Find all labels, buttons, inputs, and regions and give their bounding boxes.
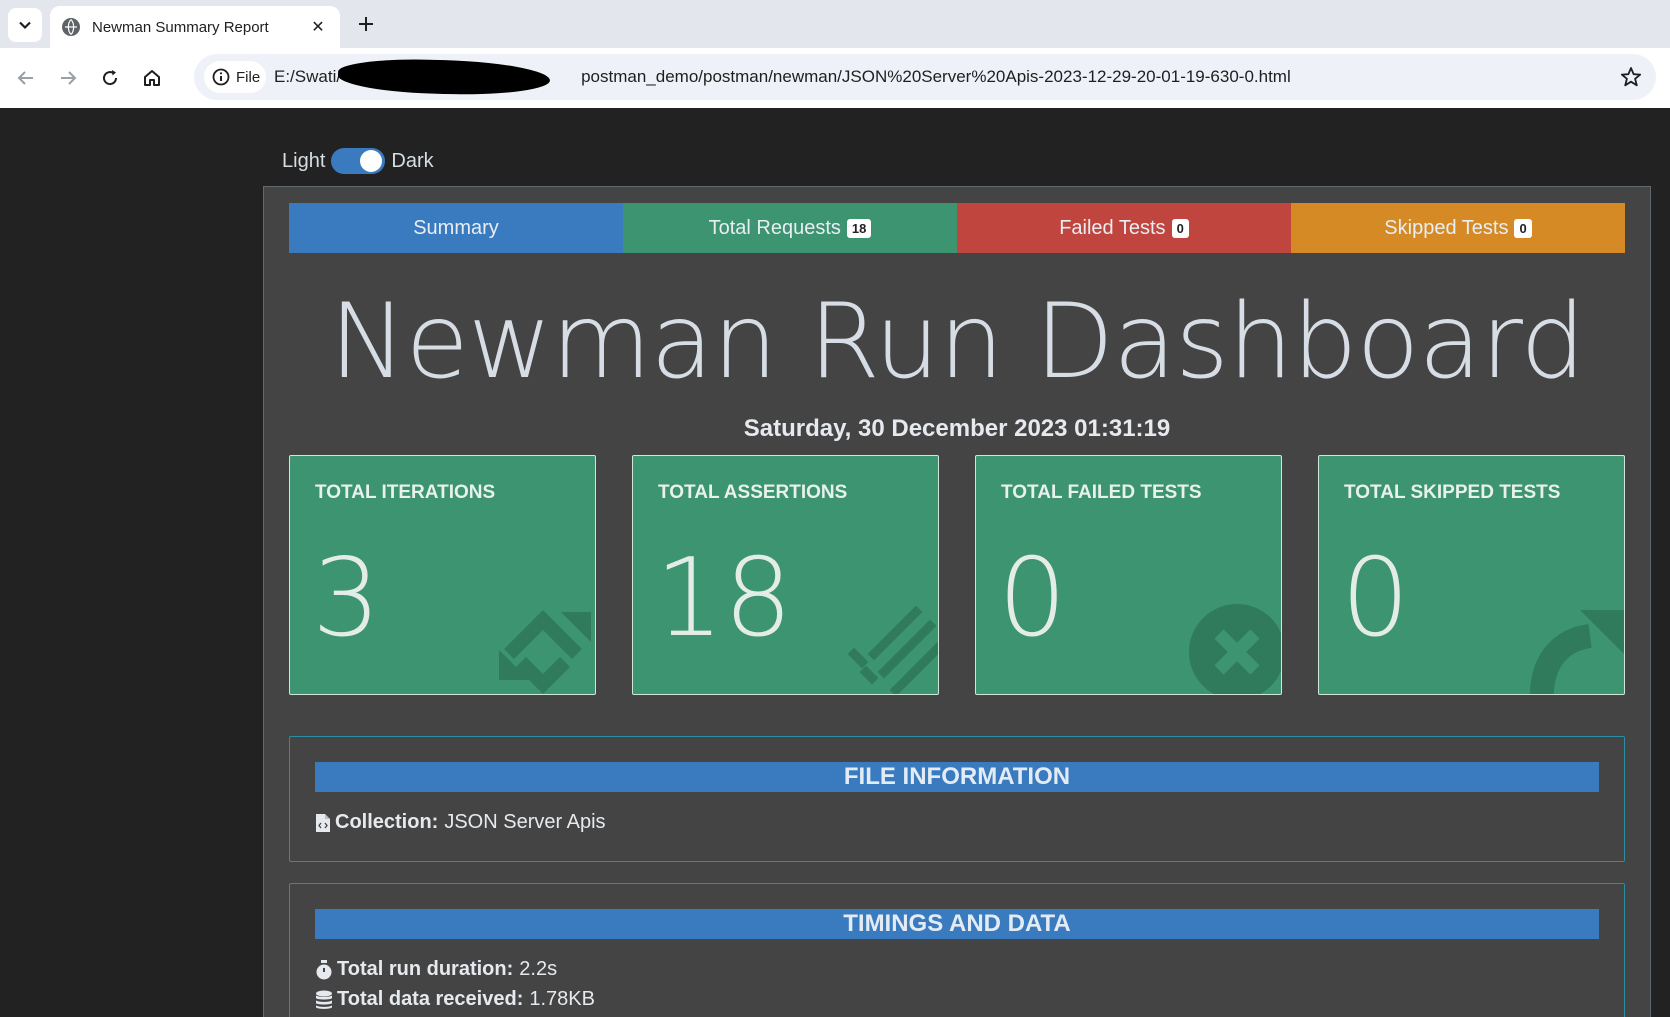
tab-summary[interactable]: Summary [289, 203, 623, 253]
stat-value: 18 [655, 536, 793, 661]
share-arrow-icon [1529, 610, 1624, 694]
file-code-icon [316, 813, 330, 832]
address-bar[interactable]: File E:/Swati/postman_demo/postman/newma… [194, 54, 1656, 100]
stat-label: TOTAL FAILED TESTS [1001, 482, 1202, 503]
forward-button[interactable] [52, 62, 84, 94]
stat-value: 0 [1341, 536, 1410, 661]
bookmark-button[interactable] [1618, 64, 1644, 90]
site-chip-label: File [236, 68, 261, 86]
stat-label: TOTAL ITERATIONS [315, 482, 496, 503]
tab-total-requests[interactable]: Total Requests 18 [623, 203, 957, 253]
close-tab-icon[interactable]: ✕ [308, 17, 328, 37]
page-title: Newman Run Dashboard [329, 282, 1585, 402]
stat-card-skipped-tests: TOTAL SKIPPED TESTS 0 [1318, 455, 1625, 695]
star-icon [1620, 67, 1642, 87]
globe-icon [62, 18, 80, 36]
data-received-value: 1.78KB [529, 988, 595, 1010]
theme-light-label: Light [282, 149, 326, 172]
report-nav-tabs: Summary Total Requests 18 Failed Tests 0… [289, 203, 1625, 253]
timings-header: TIMINGS AND DATA [315, 909, 1599, 939]
stat-label: TOTAL SKIPPED TESTS [1344, 482, 1561, 503]
file-information-box: FILE INFORMATION Collection: JSON Server… [289, 736, 1625, 862]
total-requests-badge: 18 [846, 218, 872, 238]
home-icon [144, 70, 160, 86]
browser-tab-strip: Newman Summary Report ✕ [0, 0, 1670, 48]
run-duration-value: 2.2s [519, 958, 558, 980]
new-tab-button[interactable] [352, 10, 380, 38]
url-suffix: postman_demo/postman/newman/JSON%20Serve… [581, 67, 1291, 86]
collection-label: Collection: [335, 811, 439, 833]
file-information-header: FILE INFORMATION [315, 762, 1599, 792]
url-prefix: E:/Swati/ [274, 67, 342, 86]
collection-row: Collection: JSON Server Apis [315, 811, 606, 834]
tab-title: Newman Summary Report [92, 18, 269, 36]
stat-card-assertions: TOTAL ASSERTIONS 18 [632, 455, 939, 695]
run-duration-label: Total run duration: [337, 958, 514, 980]
tab-total-requests-label: Total Requests [708, 216, 841, 239]
timings-and-data-box: TIMINGS AND DATA Total run duration: 2.2… [289, 883, 1625, 1017]
reload-icon [103, 70, 118, 86]
skipped-tests-badge: 0 [1514, 218, 1532, 238]
stat-value: 0 [998, 536, 1067, 661]
info-icon [212, 68, 230, 86]
data-received-label: Total data received: [337, 988, 524, 1010]
collection-value: JSON Server Apis [444, 811, 606, 833]
tab-skipped-tests-label: Skipped Tests [1384, 216, 1509, 239]
tab-failed-tests[interactable]: Failed Tests 0 [957, 203, 1291, 253]
plus-icon [359, 17, 373, 31]
stat-value: 3 [312, 536, 381, 661]
stat-card-failed-tests: TOTAL FAILED TESTS 0 [975, 455, 1282, 695]
run-date: Saturday, 30 December 2023 01:31:19 [743, 415, 1171, 442]
sync-icon [499, 610, 591, 694]
back-button[interactable] [10, 62, 42, 94]
site-info-chip[interactable]: File [204, 61, 266, 93]
stopwatch-icon [316, 959, 332, 979]
home-button[interactable] [136, 62, 168, 94]
browser-toolbar: File E:/Swati/postman_demo/postman/newma… [0, 48, 1670, 108]
stat-label: TOTAL ASSERTIONS [658, 482, 848, 503]
data-received-row: Total data received: 1.78KB [315, 988, 595, 1011]
times-circle-icon [1189, 604, 1281, 694]
theme-switch[interactable] [331, 148, 386, 174]
browser-tab-active[interactable]: Newman Summary Report ✕ [50, 6, 340, 48]
chevron-down-icon [19, 21, 31, 30]
arrow-right-icon [61, 71, 77, 85]
theme-toggle: Light Dark [282, 146, 434, 176]
redaction-mark [337, 58, 551, 96]
dashboard-panel: Summary Total Requests 18 Failed Tests 0… [263, 186, 1651, 1017]
reload-button[interactable] [94, 62, 126, 94]
stat-card-iterations: TOTAL ITERATIONS 3 [289, 455, 596, 695]
tab-search-button[interactable] [8, 8, 42, 42]
arrow-left-icon [17, 71, 33, 85]
run-duration-row: Total run duration: 2.2s [315, 958, 557, 981]
database-icon [316, 990, 332, 1009]
tab-skipped-tests[interactable]: Skipped Tests 0 [1291, 203, 1625, 253]
tab-summary-label: Summary [413, 216, 499, 239]
theme-dark-label: Dark [391, 149, 434, 172]
switch-knob [360, 150, 383, 172]
check-list-icon [847, 605, 938, 694]
failed-tests-badge: 0 [1171, 218, 1189, 238]
tab-failed-tests-label: Failed Tests [1059, 216, 1166, 239]
